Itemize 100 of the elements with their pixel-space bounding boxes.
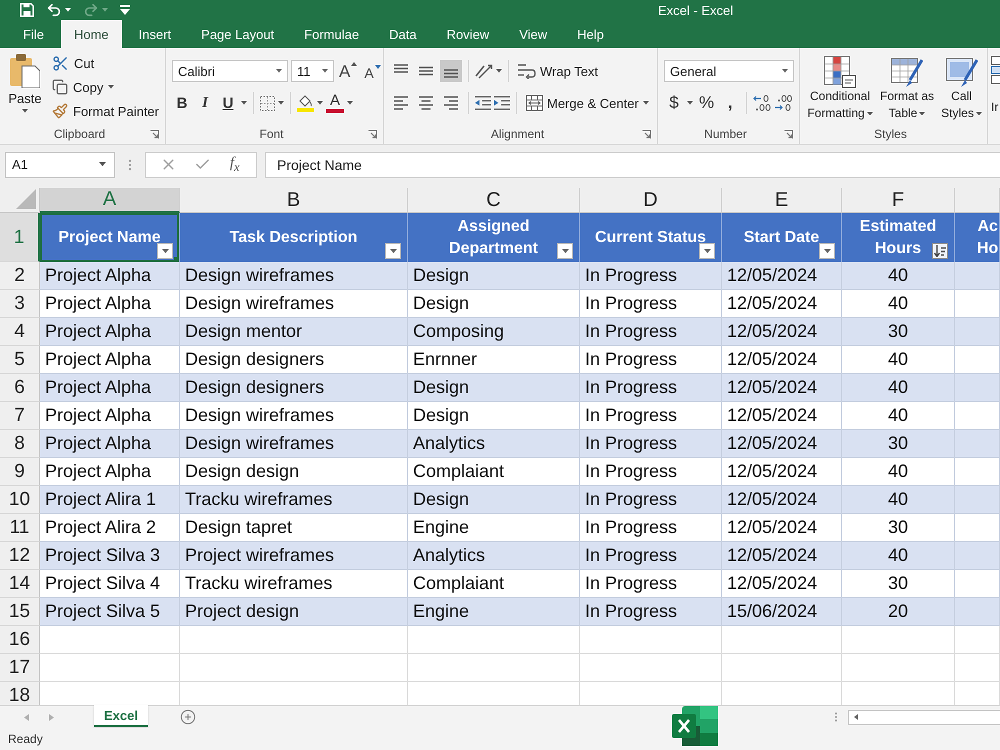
row-header[interactable]: 4: [0, 318, 40, 346]
borders-icon[interactable]: [260, 96, 275, 110]
header-cell[interactable]: Assigned Department: [408, 213, 580, 262]
ribbon-tab[interactable]: Data: [376, 20, 430, 48]
cell-styles-button[interactable]: Call Styles: [940, 56, 983, 124]
filter-button[interactable]: [699, 243, 715, 259]
percent-button[interactable]: %: [696, 92, 718, 114]
ribbon-button[interactable]: Ir: [991, 100, 1000, 114]
column-header[interactable]: A: [40, 188, 180, 213]
table-cell: Project Alpha: [40, 290, 180, 318]
filter-button[interactable]: [932, 243, 948, 259]
ribbon-tab[interactable]: Insert: [126, 20, 184, 48]
format-painter-button[interactable]: Format Painter: [50, 100, 161, 122]
wrap-text-button[interactable]: Wrap Text: [515, 60, 602, 82]
currency-button[interactable]: $: [664, 92, 684, 114]
dialog-launcher-icon[interactable]: [642, 130, 651, 138]
dialog-launcher-icon[interactable]: [784, 130, 793, 138]
filter-button[interactable]: [819, 243, 835, 259]
row-header[interactable]: 5: [0, 346, 40, 374]
column-header[interactable]: D: [580, 188, 722, 213]
header-cell[interactable]: Start Date: [722, 213, 842, 262]
increase-indent-icon[interactable]: [494, 95, 510, 111]
filter-button[interactable]: [385, 243, 401, 259]
text-angle-icon[interactable]: [475, 63, 493, 79]
table-cell: In Progress: [580, 486, 722, 514]
caret-icon: [866, 112, 873, 116]
table-cell: In Progress: [580, 346, 722, 374]
row-header[interactable]: 7: [0, 402, 40, 430]
row-header[interactable]: 3: [0, 290, 40, 318]
ribbon-tab[interactable]: File: [10, 20, 57, 48]
ribbon-tab[interactable]: Home: [60, 20, 122, 48]
undo-icon: [46, 2, 62, 18]
row-header[interactable]: 6: [0, 374, 40, 402]
fill-handle[interactable]: [174, 257, 179, 262]
insert-function-button[interactable]: f$_{x}$: [228, 154, 242, 174]
column-header[interactable]: C: [408, 188, 580, 213]
copy-button[interactable]: Copy: [50, 76, 161, 98]
decrease-indent-icon[interactable]: [475, 95, 491, 111]
scroll-left-icon[interactable]: [854, 714, 858, 720]
caret-icon: [276, 69, 282, 73]
header-cell[interactable]: Project Name: [40, 213, 180, 262]
row-header[interactable]: 14: [0, 570, 40, 598]
table-cell: Project Alira 2: [40, 514, 180, 542]
grow-font-button[interactable]: A: [337, 60, 360, 82]
format-as-table-button[interactable]: Format as Table: [880, 56, 934, 124]
plus-icon[interactable]: [180, 709, 196, 725]
shrink-font-button[interactable]: A: [362, 60, 383, 82]
underline-button[interactable]: U: [218, 92, 238, 114]
font-color-button[interactable]: A: [326, 93, 344, 113]
italic-button[interactable]: I: [195, 92, 215, 114]
font-size-dropdown[interactable]: 11: [291, 60, 334, 82]
table-cell: Design tapret: [180, 514, 408, 542]
save-button[interactable]: [18, 1, 36, 19]
column-heading: Estimated Hours: [860, 216, 936, 258]
bold-button[interactable]: B: [172, 92, 192, 114]
row-header[interactable]: 16: [0, 626, 40, 654]
table-cell: [955, 570, 1000, 598]
row-header[interactable]: 9: [0, 458, 40, 486]
cut-button[interactable]: Cut: [50, 52, 161, 74]
header-cell[interactable]: Ac Ho: [955, 213, 1000, 262]
table-cell: Project Alpha: [40, 374, 180, 402]
row-header[interactable]: 17: [0, 654, 40, 682]
row-header[interactable]: 11: [0, 514, 40, 542]
decrease-decimal-icon[interactable]: [774, 95, 792, 111]
filter-button[interactable]: [557, 243, 573, 259]
ribbon-tab[interactable]: Roview: [434, 20, 502, 48]
column-header[interactable]: E: [722, 188, 842, 213]
font-name-dropdown[interactable]: Calibri: [172, 60, 288, 82]
increase-decimal-icon[interactable]: [753, 95, 772, 111]
ribbon-tab[interactable]: Help: [564, 20, 617, 48]
row-header[interactable]: 1: [0, 213, 40, 262]
row-header[interactable]: 12: [0, 542, 40, 570]
column-header[interactable]: B: [180, 188, 408, 213]
comma-style-button[interactable]: ,: [720, 92, 740, 114]
dialog-launcher-icon[interactable]: [368, 130, 377, 138]
header-cell[interactable]: Task Description: [180, 213, 408, 262]
number-format-dropdown[interactable]: General: [664, 60, 794, 82]
formula-field[interactable]: Project Name: [265, 152, 1000, 178]
row-header[interactable]: 15: [0, 598, 40, 626]
horizontal-scrollbar[interactable]: [848, 710, 1000, 724]
row-header[interactable]: 2: [0, 262, 40, 290]
ribbon-tab[interactable]: View: [506, 20, 560, 48]
row-header[interactable]: 10: [0, 486, 40, 514]
ribbon-tab[interactable]: Formulae: [291, 20, 372, 48]
conditional-formatting-button[interactable]: Conditional Formatting: [806, 56, 874, 124]
column-header[interactable]: F: [842, 188, 955, 213]
dialog-launcher-icon[interactable]: [150, 130, 159, 138]
align-bottom-button[interactable]: [440, 60, 462, 82]
fill-color-icon[interactable]: [297, 94, 314, 112]
paste-button[interactable]: Paste: [6, 52, 44, 124]
table-cell: 12/05/2024: [722, 290, 842, 318]
name-box[interactable]: A1: [5, 152, 115, 178]
sheet-tab[interactable]: Excel: [94, 705, 148, 727]
header-cell[interactable]: Current Status: [580, 213, 722, 262]
row-header[interactable]: 18: [0, 682, 40, 705]
ribbon-tab[interactable]: Page Layout: [188, 20, 288, 48]
filter-button[interactable]: [157, 243, 173, 259]
merge-center-button[interactable]: Merge & Center: [523, 92, 652, 114]
row-header[interactable]: 8: [0, 430, 40, 458]
header-cell[interactable]: Estimated Hours: [842, 213, 955, 262]
